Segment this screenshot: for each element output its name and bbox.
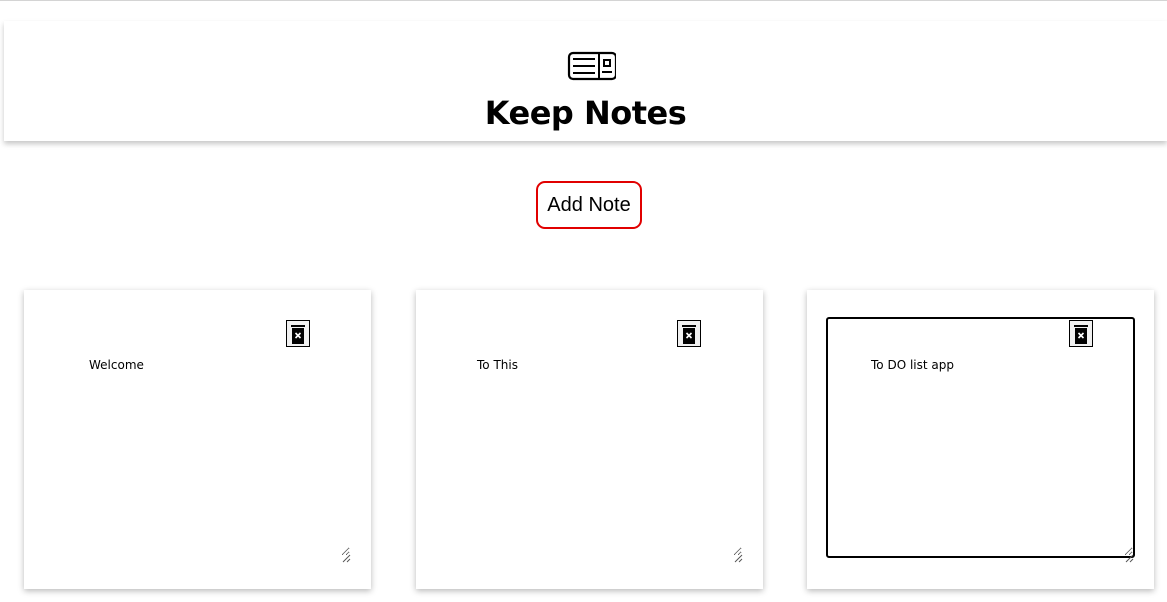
- delete-note-button[interactable]: [677, 320, 701, 347]
- note-textarea[interactable]: Welcome: [43, 317, 352, 558]
- note-card: To This: [416, 290, 763, 589]
- top-divider: [0, 0, 1167, 1]
- note-card: Welcome: [24, 290, 371, 589]
- resize-handle-icon[interactable]: [341, 548, 351, 563]
- resize-handle-icon[interactable]: [1124, 548, 1134, 563]
- note-card: To DO list app: [807, 290, 1154, 589]
- page-title: Keep Notes: [484, 94, 687, 132]
- note-textarea[interactable]: To This: [435, 317, 744, 558]
- resize-handle-icon[interactable]: [733, 548, 743, 563]
- notes-icon: [564, 50, 618, 82]
- app-header: Keep Notes: [4, 21, 1167, 141]
- delete-note-button[interactable]: [286, 320, 310, 347]
- trash-icon: [678, 324, 700, 345]
- delete-note-button[interactable]: [1069, 320, 1093, 347]
- trash-icon: [1070, 324, 1092, 345]
- add-note-button[interactable]: Add Note: [536, 181, 642, 229]
- note-textarea[interactable]: To DO list app: [826, 317, 1135, 558]
- trash-icon: [287, 324, 309, 345]
